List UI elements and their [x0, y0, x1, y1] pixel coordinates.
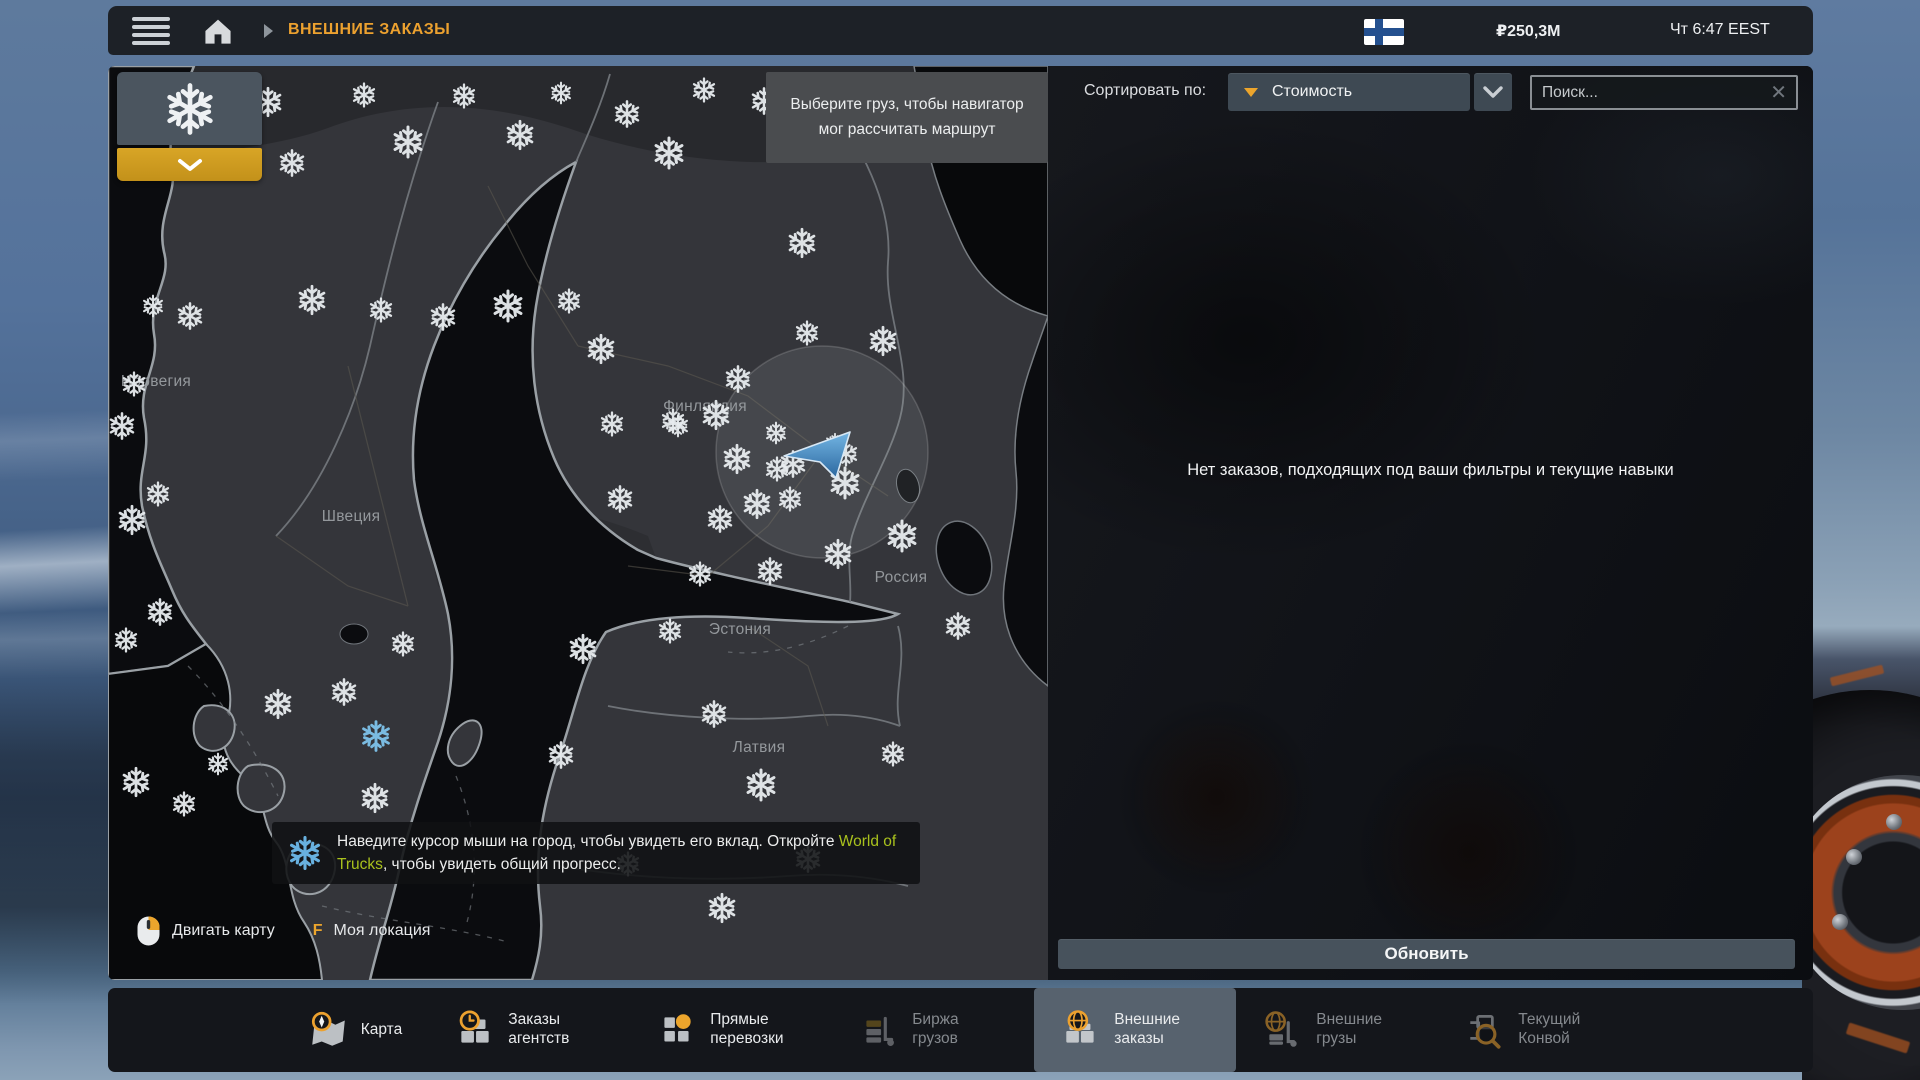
wheel-lug-nut	[1832, 914, 1848, 930]
nav-item-quick[interactable]: Прямые перевозки	[630, 988, 832, 1072]
lake-vanern	[340, 624, 368, 644]
chevron-down-icon	[1483, 86, 1503, 98]
winter-event-filter-button[interactable]	[117, 72, 262, 145]
search-input[interactable]	[1532, 84, 1761, 102]
map-controls-legend: Двигать карту F Моя локация	[136, 912, 430, 950]
sort-value: Стоимость	[1272, 83, 1352, 101]
sort-direction-icon	[1244, 88, 1258, 97]
nav-item-label: Внешние заказы	[1114, 1011, 1210, 1048]
filter-expand-button[interactable]	[117, 148, 262, 181]
external-contracts-window: НорвегияШвецияФинляндияРоссияЭстонияЛатв…	[108, 66, 1813, 980]
icon-quick	[656, 1009, 698, 1051]
icon-convoy	[1464, 1009, 1506, 1051]
nav-items: Карта Заказы агентств Прямые перевозки Б…	[281, 988, 1640, 1072]
nav-item-label: Внешние грузы	[1316, 1011, 1412, 1048]
mouse-drag-icon	[136, 915, 161, 947]
nav-item-agency[interactable]: Заказы агентств	[428, 988, 630, 1072]
world-map[interactable]: НорвегияШвецияФинляндияРоссияЭстонияЛатв…	[108, 66, 1048, 980]
event-snowflake-icon	[288, 836, 322, 870]
keybind-f: F	[313, 922, 323, 940]
route-hint-tooltip: Выберите груз, чтобы навигатор мог рассч…	[766, 72, 1048, 163]
home-icon[interactable]	[200, 15, 236, 47]
wheel-lug-nut	[1886, 814, 1902, 830]
nav-item-label: Биржа грузов	[912, 1011, 1008, 1048]
nav-item-label: Карта	[361, 1021, 402, 1040]
top-bar: ВНЕШНИЕ ЗАКАЗЫ ₽250,3M Чт 6:47 EEST	[108, 6, 1813, 55]
nav-item-market[interactable]: Биржа грузов	[832, 988, 1034, 1072]
icon-map	[307, 1009, 349, 1051]
sort-dropdown[interactable]: Стоимость	[1228, 73, 1470, 111]
nav-item-label: Заказы агентств	[508, 1011, 604, 1048]
tire-brand-marking	[1830, 665, 1885, 687]
map-country-label: Швеция	[322, 508, 381, 525]
map-country-label: Эстония	[709, 621, 771, 638]
empty-message: Нет заказов, подходящих под ваши фильтры…	[1161, 458, 1701, 484]
wheel-lug-nut	[1846, 849, 1862, 865]
finland-flag-icon[interactable]	[1364, 19, 1404, 45]
money-balance: ₽250,3M	[1496, 21, 1561, 41]
my-location-label: Моя локация	[334, 922, 431, 940]
bottom-nav: Карта Заказы агентств Прямые перевозки Б…	[108, 988, 1813, 1072]
icon-market	[858, 1009, 900, 1051]
event-hint-tooltip: Наведите курсор мыши на город, чтобы уви…	[272, 822, 920, 884]
icon-agency	[454, 1009, 496, 1051]
search-box: ✕	[1530, 75, 1798, 110]
nav-item-ext-orders[interactable]: Внешние заказы	[1034, 988, 1236, 1072]
orders-panel: Сортировать по: Стоимость ✕ Нет заказов,…	[1048, 66, 1813, 980]
refresh-button[interactable]: Обновить	[1058, 939, 1795, 969]
clear-search-icon[interactable]: ✕	[1761, 83, 1796, 103]
truck-scene-right	[1802, 0, 1920, 1080]
main-menu-button[interactable]	[132, 17, 170, 45]
icon-ext-cargo	[1262, 1009, 1304, 1051]
nav-item-map[interactable]: Карта	[281, 988, 428, 1072]
chevron-down-icon	[177, 158, 203, 172]
nav-item-label: Текущий Конвой	[1518, 1011, 1614, 1048]
map-country-label: Латвия	[733, 739, 786, 756]
event-hint-text: Наведите курсор мыши на город, чтобы уви…	[337, 833, 839, 850]
panel-header: Сортировать по: Стоимость ✕	[1048, 73, 1813, 113]
nav-item-convoy[interactable]: Текущий Конвой	[1438, 988, 1640, 1072]
breadcrumb: ВНЕШНИЕ ЗАКАЗЫ	[288, 21, 450, 39]
nav-item-ext-cargo[interactable]: Внешние грузы	[1236, 988, 1438, 1072]
breadcrumb-chevron-icon	[264, 24, 273, 38]
icon-ext-orders	[1060, 1009, 1102, 1051]
event-hint-text: , чтобы увидеть общий прогресс.	[383, 856, 621, 873]
drag-map-label: Двигать карту	[172, 922, 275, 940]
map-country-label: Россия	[875, 569, 928, 586]
game-time: Чт 6:47 EEST	[1670, 21, 1770, 39]
sort-by-label: Сортировать по:	[1084, 82, 1206, 100]
snowflake-icon	[161, 80, 219, 138]
nav-item-label: Прямые перевозки	[710, 1011, 806, 1048]
sort-expand-button[interactable]	[1474, 73, 1512, 111]
truck-wheel-rim	[1802, 775, 1920, 1010]
